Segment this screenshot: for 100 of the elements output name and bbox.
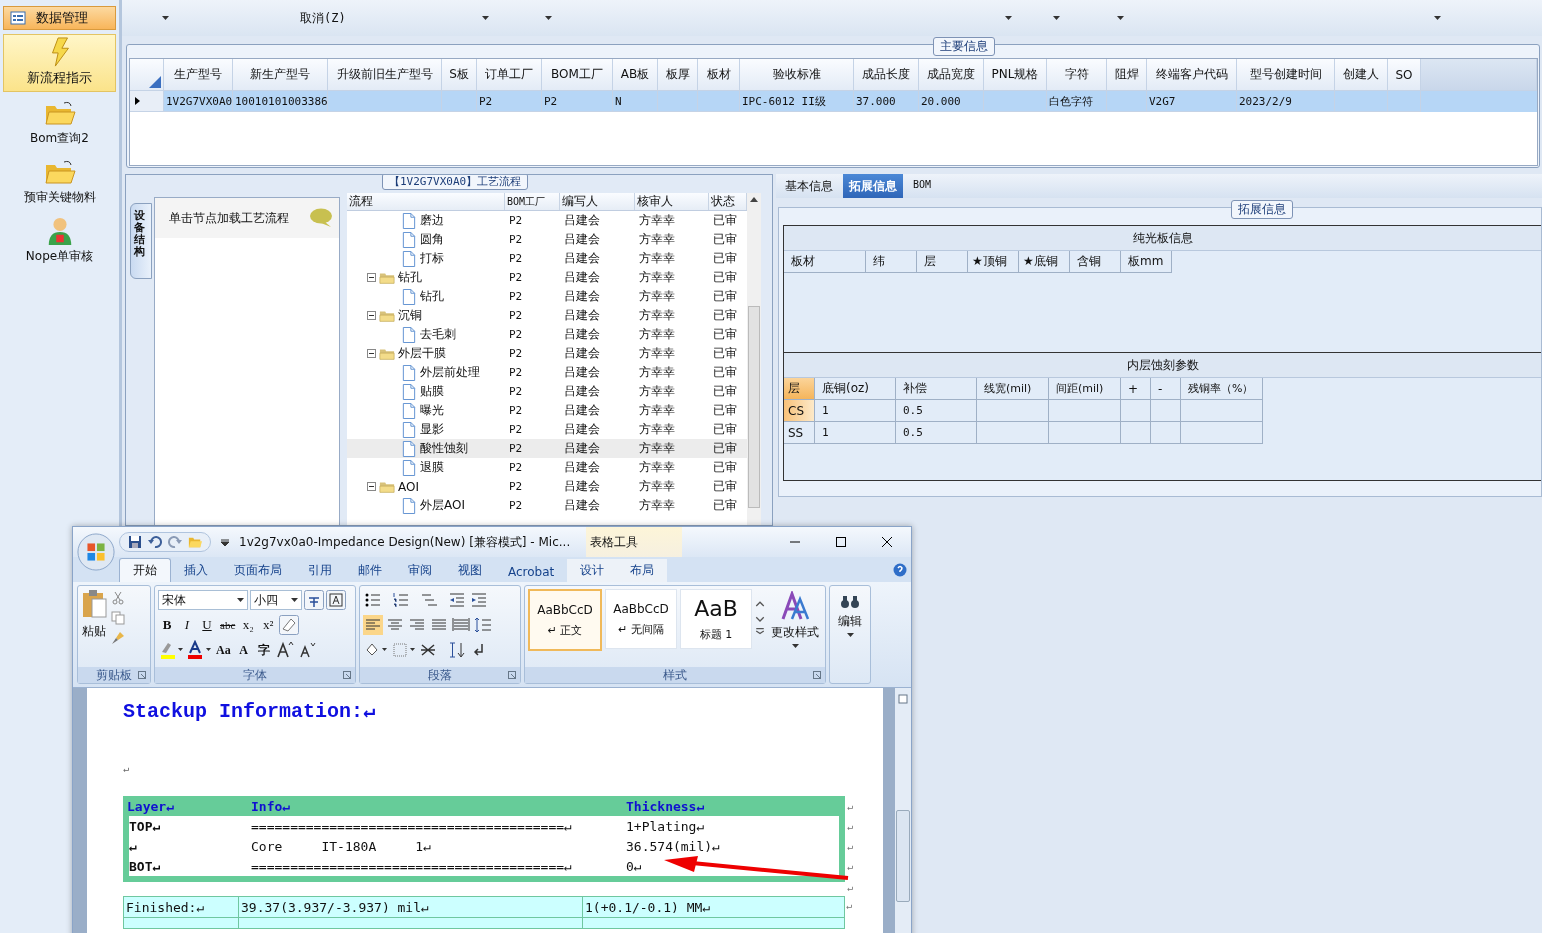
- grid-row[interactable]: 1V2G7VX0A0 10010101003386 P2 P2 N IPC-6012 II级 37.000 20.000 白色字符 V2G7 2023/2/9: [130, 91, 1537, 112]
- ribbon-tab[interactable]: 页面布局: [221, 559, 295, 582]
- column-header[interactable]: 板mm: [1121, 251, 1172, 273]
- column-header[interactable]: 层: [784, 378, 815, 400]
- ribbon-tab[interactable]: 审阅: [395, 559, 445, 582]
- ribbon-tab[interactable]: 开始: [119, 558, 171, 582]
- tree-row[interactable]: 去毛刺 P2 吕建会 方幸幸 已审: [347, 325, 747, 344]
- tree-row[interactable]: 退膜 P2 吕建会 方幸幸 已审: [347, 458, 747, 477]
- column-header[interactable]: 间距(mil): [1049, 378, 1121, 400]
- dropdown-caret-icon[interactable]: [791, 644, 799, 648]
- tree-row[interactable]: 外层前处理 P2 吕建会 方幸幸 已审: [347, 363, 747, 382]
- dropdown-caret-icon[interactable]: [1117, 16, 1124, 20]
- format-button[interactable]: abc: [218, 615, 238, 635]
- style-tile[interactable]: AaBbCcD ↵ 无间隔: [605, 589, 677, 649]
- corner-triangle-icon[interactable]: [149, 76, 161, 88]
- tab[interactable]: BOM: [907, 174, 938, 198]
- tree-row[interactable]: 显影 P2 吕建会 方幸幸 已审: [347, 420, 747, 439]
- tree-row[interactable]: 打标 P2 吕建会 方幸幸 已审: [347, 249, 747, 268]
- collapse-icon[interactable]: [367, 273, 376, 282]
- column-header[interactable]: 补偿: [896, 378, 977, 400]
- column-header[interactable]: 纬: [866, 251, 917, 273]
- sidebar-item[interactable]: Bom查询2: [3, 96, 116, 151]
- tree-row[interactable]: AOI P2 吕建会 方幸幸 已审: [347, 477, 747, 496]
- column-header[interactable]: 终端客户代码: [1147, 59, 1237, 91]
- dropdown-caret-icon[interactable]: [162, 16, 169, 20]
- clear-format-icon[interactable]: [279, 615, 300, 635]
- style-tile[interactable]: AaBbCcD ↵ 正文: [528, 589, 602, 651]
- column-header[interactable]: 成品宽度: [919, 59, 984, 91]
- ribbon-tab[interactable]: 邮件: [345, 559, 395, 582]
- format-button[interactable]: A: [234, 640, 253, 660]
- dropdown-caret-icon[interactable]: [545, 16, 552, 20]
- column-header[interactable]: 字符: [1047, 59, 1107, 91]
- ribbon-tab[interactable]: 视图: [445, 559, 495, 582]
- font-color-icon[interactable]: [186, 640, 212, 660]
- dropdown-caret-icon[interactable]: [482, 16, 489, 20]
- brush-icon[interactable]: [111, 631, 125, 645]
- column-header[interactable]: 订单工厂: [477, 59, 542, 91]
- scrollbar[interactable]: [747, 193, 761, 525]
- column-header[interactable]: -: [1151, 378, 1181, 400]
- close-icon[interactable]: [881, 536, 893, 548]
- column-header[interactable]: 板材: [784, 251, 866, 273]
- section-header[interactable]: 数据管理: [3, 6, 116, 30]
- undo-icon[interactable]: [148, 535, 162, 549]
- maximize-icon[interactable]: [835, 536, 847, 548]
- sidebar-item[interactable]: 新流程指示: [3, 34, 116, 92]
- column-header[interactable]: ★底铜: [1019, 251, 1070, 273]
- row-header-cell[interactable]: [130, 91, 164, 112]
- column-header[interactable]: ★顶铜: [968, 251, 1019, 273]
- column-header[interactable]: 板材: [698, 59, 740, 91]
- column-header[interactable]: 底铜(oz): [815, 378, 896, 400]
- scroll-up-icon[interactable]: [750, 197, 758, 202]
- column-header[interactable]: +: [1121, 378, 1151, 400]
- font-size-field[interactable]: 小四: [250, 590, 302, 610]
- format-button[interactable]: I: [178, 615, 196, 635]
- scissors-icon[interactable]: [111, 591, 125, 605]
- ribbon-tab[interactable]: Acrobat: [495, 562, 568, 582]
- column-header[interactable]: 线宽(mil): [977, 378, 1049, 400]
- cancel-button[interactable]: 取消(Z): [300, 9, 482, 27]
- column-header[interactable]: 编写人: [560, 193, 635, 210]
- dropdown-caret-icon[interactable]: [291, 598, 298, 602]
- scrollbar[interactable]: [895, 688, 911, 933]
- column-header[interactable]: S板: [442, 59, 477, 91]
- dialog-launcher-icon[interactable]: [813, 671, 821, 679]
- tab[interactable]: 拓展信息: [843, 174, 903, 198]
- paste-button[interactable]: 粘贴: [81, 589, 107, 664]
- font-name-field[interactable]: 宋体: [158, 590, 248, 610]
- tab[interactable]: 基本信息: [779, 174, 839, 198]
- style-tile[interactable]: AaB 标题 1: [680, 589, 752, 649]
- column-header[interactable]: 升级前旧生产型号: [328, 59, 442, 91]
- format-button[interactable]: B: [158, 615, 176, 635]
- column-header[interactable]: SO: [1388, 59, 1421, 91]
- column-header[interactable]: 流程: [347, 193, 505, 210]
- tree-row[interactable]: 圆角 P2 吕建会 方幸幸 已审: [347, 230, 747, 249]
- dialog-launcher-icon[interactable]: [508, 671, 516, 679]
- ribbon-tab[interactable]: 插入: [171, 559, 221, 582]
- customize-caret-icon[interactable]: [221, 538, 229, 546]
- decrease-indent-icon[interactable]: [447, 590, 467, 610]
- sidebar-item[interactable]: Nope单审核: [3, 214, 116, 269]
- format-button[interactable]: Aa: [214, 640, 233, 660]
- dropdown-caret-icon[interactable]: [237, 598, 244, 602]
- dropdown-caret-icon[interactable]: [1434, 16, 1441, 20]
- tree-row[interactable]: 曝光 P2 吕建会 方幸幸 已审: [347, 401, 747, 420]
- column-header[interactable]: 残铜率（%）: [1181, 378, 1263, 400]
- increase-indent-icon[interactable]: [469, 590, 489, 610]
- ribbon-tab[interactable]: 设计: [567, 559, 618, 582]
- column-header[interactable]: PNL规格: [984, 59, 1047, 91]
- collapse-icon[interactable]: [367, 349, 376, 358]
- tree-row[interactable]: 沉铜 P2 吕建会 方幸幸 已审: [347, 306, 747, 325]
- tree-row[interactable]: 外层干膜 P2 吕建会 方幸幸 已审: [347, 344, 747, 363]
- dialog-launcher-icon[interactable]: [138, 671, 146, 679]
- vertical-tab[interactable]: 设备结构: [130, 203, 152, 279]
- align-left-icon[interactable]: [363, 615, 383, 635]
- format-button[interactable]: x₂: [239, 615, 258, 635]
- tree-row[interactable]: 磨边 P2 吕建会 方幸幸 已审: [347, 211, 747, 230]
- column-header[interactable]: 板厚: [658, 59, 698, 91]
- column-header[interactable]: 创建人: [1335, 59, 1388, 91]
- character-border-icon[interactable]: [326, 590, 346, 610]
- tree-row[interactable]: 酸性蚀刻 P2 吕建会 方幸幸 已审: [347, 439, 747, 458]
- sort-icon[interactable]: [447, 640, 467, 660]
- column-header[interactable]: AB板: [613, 59, 658, 91]
